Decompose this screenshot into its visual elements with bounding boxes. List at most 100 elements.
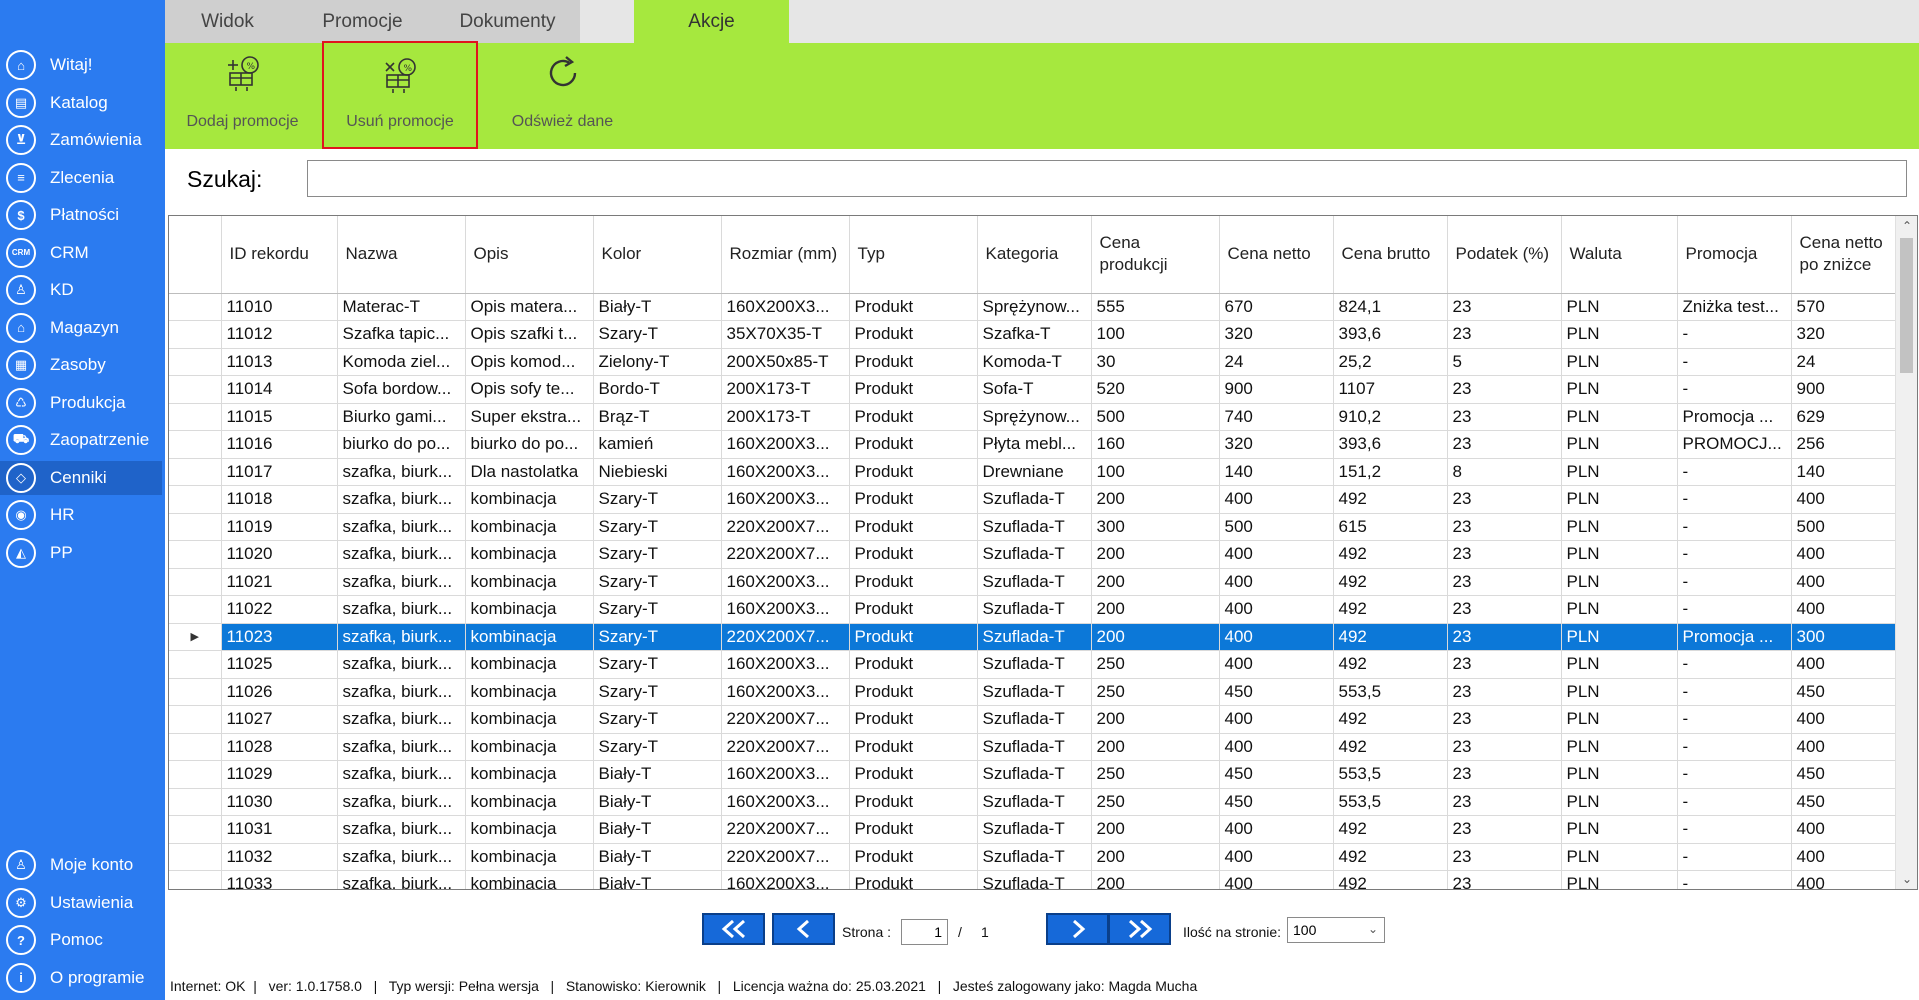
table-cell[interactable]: 492 xyxy=(1333,623,1448,651)
table-cell[interactable]: kombinacja xyxy=(465,760,594,789)
table-cell[interactable]: 250 xyxy=(1091,760,1220,789)
sidebar-item-pomoc[interactable]: ? Pomoc xyxy=(0,923,162,957)
table-cell[interactable]: 400 xyxy=(1791,595,1907,624)
table-cell[interactable]: 11019 xyxy=(221,513,338,541)
products-grid[interactable]: ID rekordu Nazwa Opis Kolor Rozmiar (mm) Typ K… xyxy=(168,215,1918,890)
table-cell[interactable]: 300 xyxy=(1091,513,1220,541)
table-cell[interactable]: 11021 xyxy=(221,568,338,596)
table-cell[interactable]: 400 xyxy=(1219,815,1334,844)
table-cell[interactable]: 450 xyxy=(1791,678,1907,706)
table-cell[interactable]: 400 xyxy=(1219,623,1334,651)
sidebar-item-produkcja[interactable]: ♺ Produkcja xyxy=(0,386,162,420)
table-row[interactable]: 11013 Komoda ziel... Opis komod... Zielony-… xyxy=(169,348,1907,376)
table-cell[interactable]: 400 xyxy=(1219,568,1334,596)
table-cell[interactable]: Szary-T xyxy=(593,705,722,734)
search-input[interactable] xyxy=(307,160,1907,197)
sidebar-item-crm[interactable]: CRM CRM xyxy=(0,236,162,270)
first-page-button[interactable] xyxy=(702,913,765,945)
table-cell[interactable]: - xyxy=(1677,348,1792,376)
table-cell[interactable]: 220X200X7... xyxy=(721,623,850,651)
table-cell[interactable]: kombinacja xyxy=(465,623,594,651)
column-header[interactable]: Opis xyxy=(465,216,594,294)
table-cell[interactable]: Szuflada-T xyxy=(977,485,1092,514)
table-cell[interactable]: Produkt xyxy=(849,788,978,816)
table-cell[interactable]: Produkt xyxy=(849,623,978,651)
table-cell[interactable]: - xyxy=(1677,458,1792,486)
table-cell[interactable]: 220X200X7... xyxy=(721,540,850,569)
last-page-button[interactable] xyxy=(1108,913,1171,945)
table-cell[interactable]: PLN xyxy=(1561,705,1678,734)
table-cell[interactable]: 570 xyxy=(1791,293,1907,321)
row-header[interactable] xyxy=(169,320,222,349)
sidebar-item-zlecenia[interactable]: ≡ Zlecenia xyxy=(0,161,162,195)
table-cell[interactable]: Sprężynow... xyxy=(977,293,1092,321)
table-cell[interactable]: 450 xyxy=(1791,760,1907,789)
table-cell[interactable]: szafka, biurk... xyxy=(337,678,466,706)
row-header[interactable] xyxy=(169,678,222,706)
column-header[interactable]: Cena brutto xyxy=(1333,216,1448,294)
table-cell[interactable]: Szuflada-T xyxy=(977,623,1092,651)
table-cell[interactable]: 629 xyxy=(1791,403,1907,431)
table-cell[interactable]: 11027 xyxy=(221,705,338,734)
table-cell[interactable]: - xyxy=(1677,788,1792,816)
table-cell[interactable]: Komoda-T xyxy=(977,348,1092,376)
table-cell[interactable]: 11013 xyxy=(221,348,338,376)
table-cell[interactable]: Szary-T xyxy=(593,320,722,349)
table-row[interactable]: 11021 szafka, biurk... kombinacja Szary-T 16… xyxy=(169,568,1907,596)
table-cell[interactable]: 100 xyxy=(1091,320,1220,349)
table-row[interactable]: 11025 szafka, biurk... kombinacja Szary-T 16… xyxy=(169,650,1907,679)
tab-widok[interactable]: Widok xyxy=(165,0,290,43)
table-cell[interactable]: Szuflada-T xyxy=(977,733,1092,761)
table-cell[interactable]: 250 xyxy=(1091,650,1220,679)
table-cell[interactable]: 320 xyxy=(1219,320,1334,349)
table-cell[interactable]: 160X200X3... xyxy=(721,678,850,706)
table-row[interactable]: 11020 szafka, biurk... kombinacja Szary-T 22… xyxy=(169,540,1907,569)
table-cell[interactable]: 492 xyxy=(1333,843,1448,871)
table-cell[interactable]: 670 xyxy=(1219,293,1334,321)
table-cell[interactable]: szafka, biurk... xyxy=(337,595,466,624)
table-cell[interactable]: biurko do po... xyxy=(465,430,594,459)
row-header[interactable] xyxy=(169,458,222,486)
table-cell[interactable]: 900 xyxy=(1791,375,1907,404)
table-cell[interactable]: kamień xyxy=(593,430,722,459)
table-cell[interactable]: Szuflada-T xyxy=(977,870,1092,889)
table-cell[interactable]: Szuflada-T xyxy=(977,760,1092,789)
column-header[interactable]: Kategoria xyxy=(977,216,1092,294)
table-cell[interactable]: 400 xyxy=(1219,540,1334,569)
table-cell[interactable]: 23 xyxy=(1447,568,1562,596)
table-cell[interactable]: szafka, biurk... xyxy=(337,568,466,596)
table-cell[interactable]: Szuflada-T xyxy=(977,705,1092,734)
table-cell[interactable]: Niebieski xyxy=(593,458,722,486)
table-cell[interactable]: 200X173-T xyxy=(721,403,850,431)
table-cell[interactable]: PROMOCJ... xyxy=(1677,430,1792,459)
page-number-input[interactable] xyxy=(901,919,948,945)
table-cell[interactable]: 160X200X3... xyxy=(721,760,850,789)
table-cell[interactable]: 200 xyxy=(1091,540,1220,569)
row-header[interactable] xyxy=(169,650,222,679)
table-cell[interactable]: - xyxy=(1677,540,1792,569)
table-cell[interactable]: 220X200X7... xyxy=(721,815,850,844)
table-row[interactable]: 11018 szafka, biurk... kombinacja Szary-T 16… xyxy=(169,485,1907,514)
table-cell[interactable]: Produkt xyxy=(849,678,978,706)
table-cell[interactable]: 450 xyxy=(1219,760,1334,789)
table-row[interactable]: 11033 szafka, biurk... kombinacja Biały-T 16… xyxy=(169,870,1907,889)
column-header[interactable]: Cena netto po zniżce xyxy=(1791,216,1907,294)
row-header[interactable] xyxy=(169,403,222,431)
table-cell[interactable]: 553,5 xyxy=(1333,788,1448,816)
table-cell[interactable]: Drewniane xyxy=(977,458,1092,486)
table-cell[interactable]: 160X200X3... xyxy=(721,458,850,486)
table-cell[interactable]: szafka, biurk... xyxy=(337,843,466,871)
table-cell[interactable]: Biały-T xyxy=(593,788,722,816)
sidebar-item-o-programie[interactable]: i O programie xyxy=(0,961,162,995)
table-cell[interactable]: kombinacja xyxy=(465,733,594,761)
column-header[interactable]: Cena netto xyxy=(1219,216,1334,294)
tab-dokumenty[interactable]: Dokumenty xyxy=(435,0,580,43)
table-cell[interactable]: 23 xyxy=(1447,843,1562,871)
table-cell[interactable]: 23 xyxy=(1447,375,1562,404)
table-cell[interactable]: 160X200X3... xyxy=(721,870,850,889)
table-cell[interactable]: - xyxy=(1677,678,1792,706)
row-header[interactable] xyxy=(169,430,222,459)
table-cell[interactable]: 11012 xyxy=(221,320,338,349)
table-cell[interactable]: Produkt xyxy=(849,595,978,624)
table-cell[interactable]: Promocja ... xyxy=(1677,623,1792,651)
